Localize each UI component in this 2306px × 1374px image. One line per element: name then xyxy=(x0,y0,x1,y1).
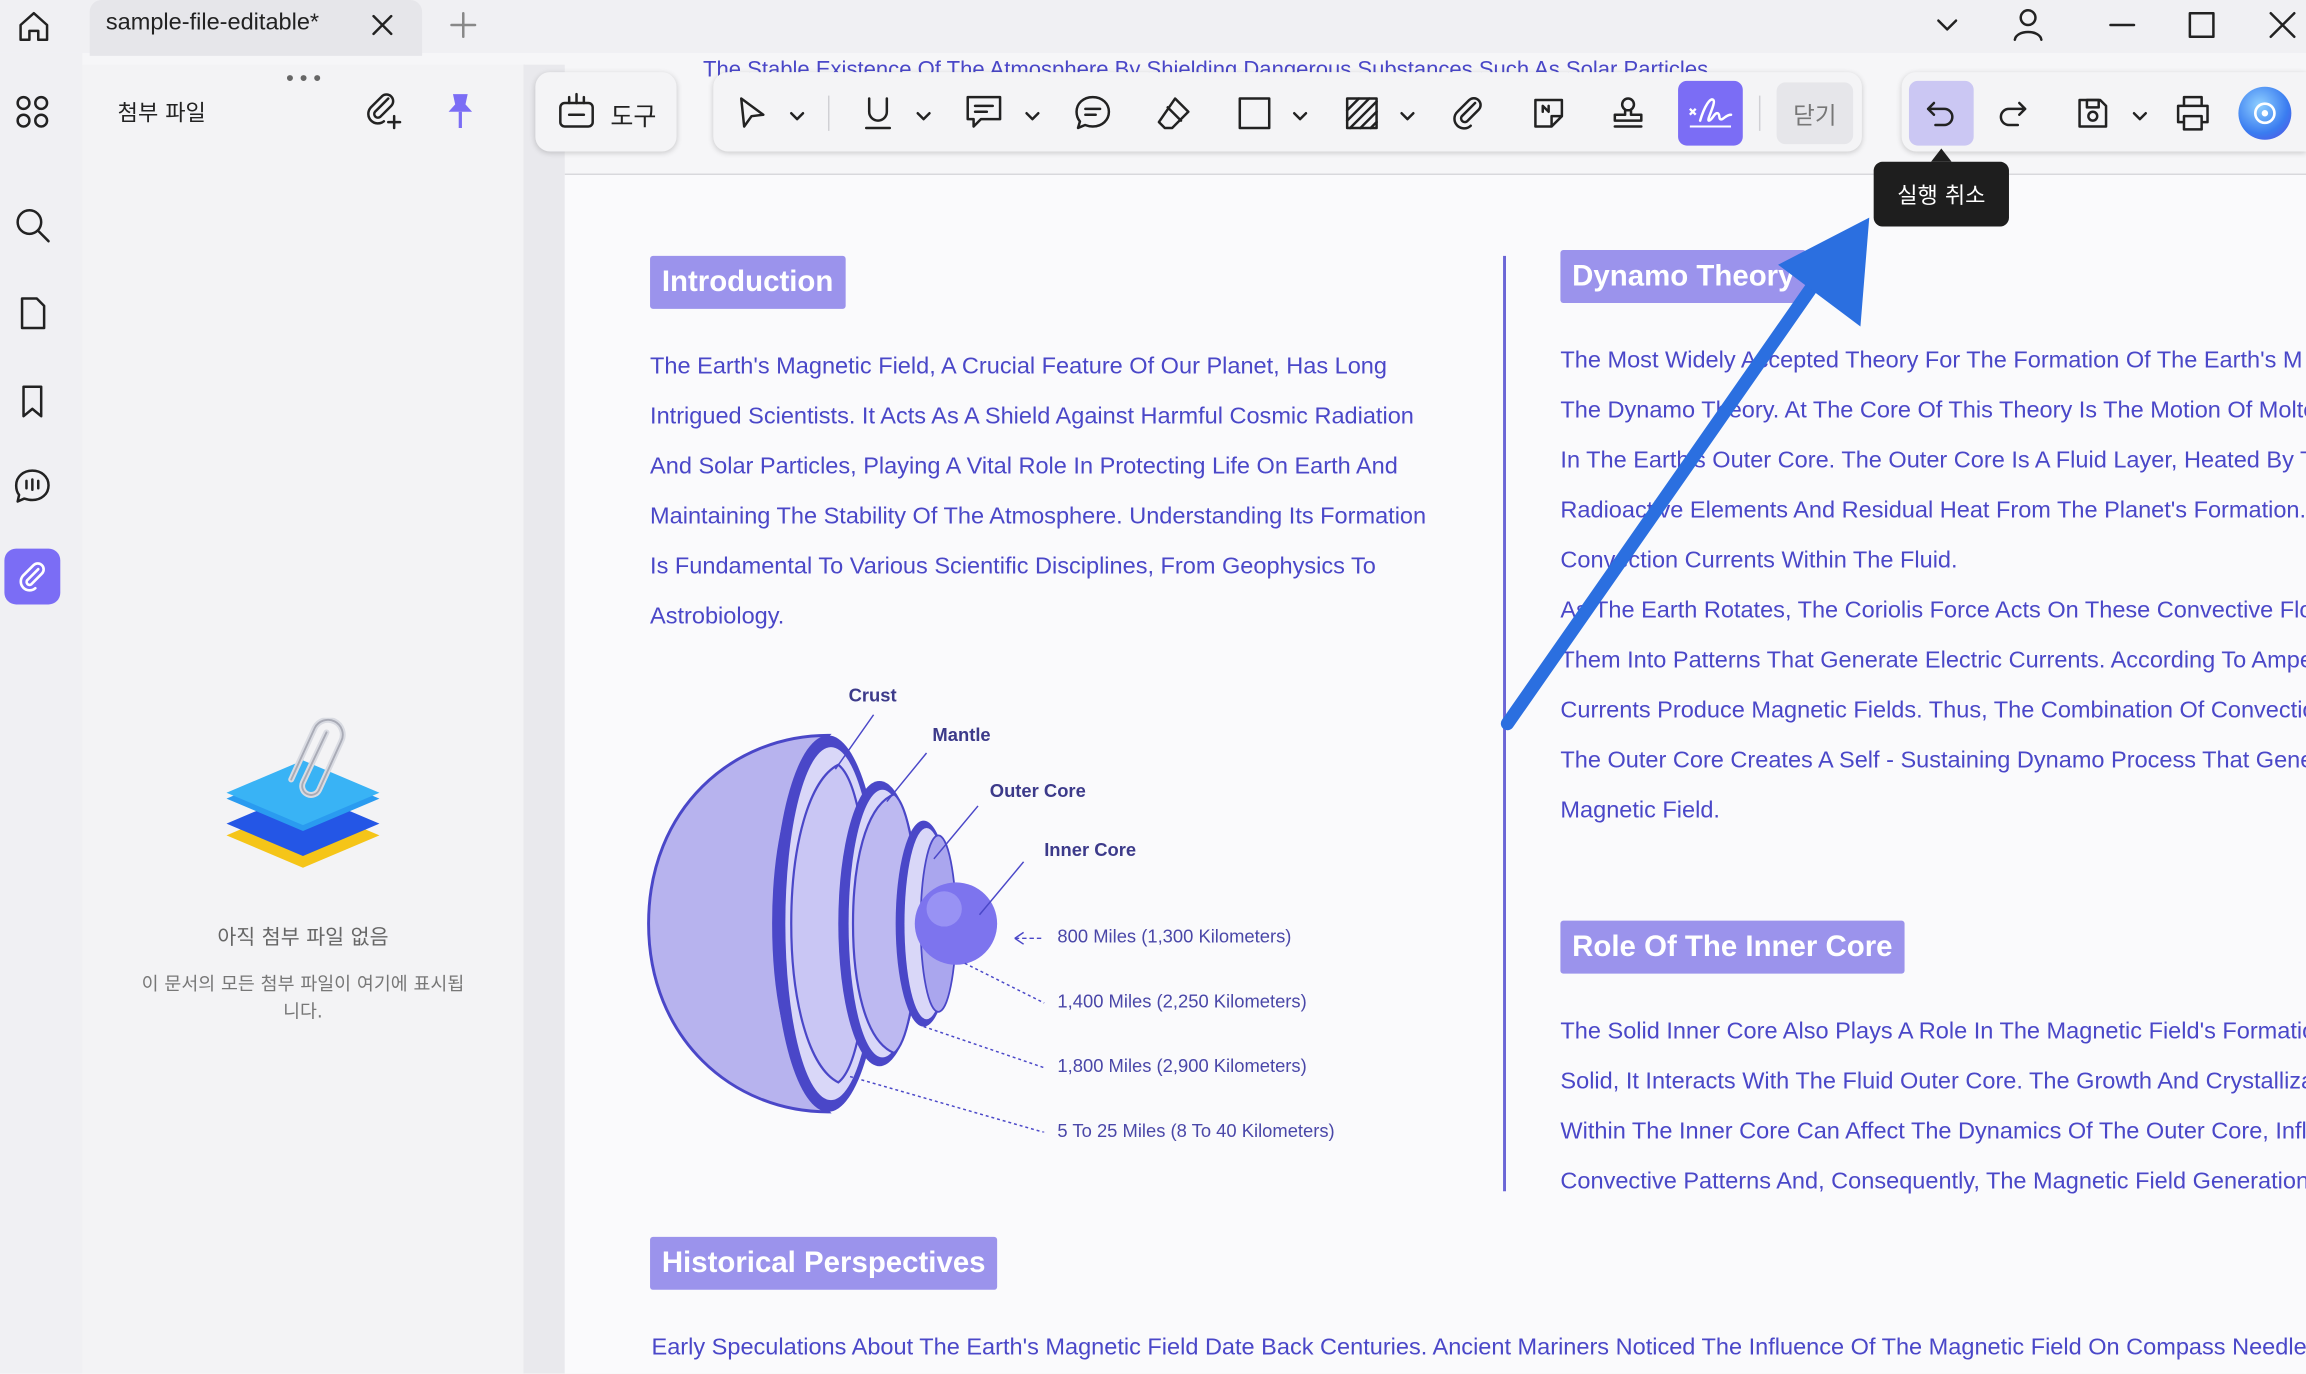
signature-icon xyxy=(1689,98,1733,128)
text-line: The Outer Core Creates A Self - Sustaini… xyxy=(1560,748,2306,774)
chevron-down-icon[interactable] xyxy=(1931,9,1963,41)
text-line: Is Fundamental To Various Scientific Dis… xyxy=(650,554,1376,580)
empty-state-title: 아직 첨부 파일 없음 xyxy=(217,926,389,951)
undo-button[interactable] xyxy=(1908,80,1974,146)
document-gutter xyxy=(523,64,565,1374)
paperclip-icon xyxy=(19,562,45,592)
rectangle-tool-icon[interactable] xyxy=(1230,88,1280,138)
annotation-arrow xyxy=(1493,206,1890,735)
ai-assistant-icon[interactable] xyxy=(2238,86,2292,140)
text-line: Within The Inner Core Can Affect The Dyn… xyxy=(1560,1119,2306,1145)
empty-state-description: 이 문서의 모든 첨부 파일이 여기에 표시됩니다. xyxy=(141,972,465,1023)
pin-icon[interactable] xyxy=(441,90,479,131)
text-line: Early Speculations About The Earth's Mag… xyxy=(651,1335,2306,1361)
note-icon[interactable] xyxy=(959,88,1009,138)
maximize-icon[interactable] xyxy=(2184,7,2219,42)
undo-tooltip: 실행 취소 xyxy=(1873,161,2009,227)
save-icon[interactable] xyxy=(2068,88,2118,138)
text-line: The Earth's Magnetic Field, A Crucial Fe… xyxy=(650,354,1387,380)
empty-attachments-illustration-icon xyxy=(215,717,391,887)
dimension-label: 1,400 Miles (2,250 Kilometers) xyxy=(1057,991,1307,1012)
tooltip-arrow xyxy=(1931,148,1952,162)
label-inner-core: Inner Core xyxy=(1044,839,1137,861)
tab-title: sample-file-editable* xyxy=(105,10,320,36)
chevron-down-icon[interactable] xyxy=(913,106,934,127)
text-line: The Solid Inner Core Also Plays A Role I… xyxy=(1560,1019,2306,1045)
text-line: And Solar Particles, Playing A Vital Rol… xyxy=(650,454,1398,480)
inner-core-paragraph: The Solid Inner Core Also Plays A Role I… xyxy=(1560,1007,2306,1207)
account-icon[interactable] xyxy=(2009,4,2047,42)
close-tab-icon[interactable] xyxy=(366,9,398,41)
eraser-icon[interactable] xyxy=(1149,88,1199,138)
add-attachment-icon[interactable] xyxy=(363,90,404,131)
label-outer-core: Outer Core xyxy=(989,780,1086,802)
heading-introduction: Introduction xyxy=(650,255,846,309)
tools-label[interactable]: 도구 xyxy=(610,96,656,132)
print-icon[interactable] xyxy=(2168,88,2218,138)
dimension-label: 1,800 Miles (2,900 Kilometers) xyxy=(1057,1055,1307,1077)
attachments-rail-button[interactable] xyxy=(4,548,61,605)
new-tab-icon[interactable] xyxy=(447,9,479,41)
area-highlight-icon[interactable] xyxy=(1337,88,1387,138)
toolbar-divider xyxy=(1758,95,1761,131)
close-annotation-button[interactable]: 닫기 xyxy=(1776,82,1854,145)
chevron-down-icon[interactable] xyxy=(1397,106,1418,127)
comments-icon[interactable] xyxy=(4,459,60,515)
chevron-down-icon[interactable] xyxy=(1290,106,1311,127)
undo-icon xyxy=(1926,101,1954,127)
text-line: Intrigued Scientists. It Acts As A Shiel… xyxy=(650,404,1414,430)
signature-tool-button[interactable] xyxy=(1678,80,1743,146)
heading-historical-perspectives: Historical Perspectives xyxy=(650,1236,998,1290)
minimize-icon[interactable] xyxy=(2105,7,2140,42)
home-icon[interactable] xyxy=(13,6,54,47)
thumbnails-icon[interactable] xyxy=(4,84,60,140)
text-line: Astrobiology. xyxy=(650,604,785,630)
label-mantle: Mantle xyxy=(932,725,991,746)
chevron-down-icon[interactable] xyxy=(787,106,808,127)
earth-layers-diagram xyxy=(644,677,1100,1133)
pages-icon[interactable] xyxy=(4,285,60,341)
bookmark-icon[interactable] xyxy=(4,374,60,430)
text-line: Magnetic Field. xyxy=(1560,798,1720,824)
select-tool-icon[interactable] xyxy=(727,88,777,138)
comment-icon[interactable] xyxy=(1068,88,1118,138)
chevron-down-icon[interactable] xyxy=(1022,106,1043,127)
close-window-icon[interactable] xyxy=(2265,7,2300,42)
stamp-icon[interactable] xyxy=(1603,88,1653,138)
text-line: Maintaining The Stability Of The Atmosph… xyxy=(650,504,1427,530)
chevron-down-icon[interactable] xyxy=(2130,106,2151,127)
text-line: Convective Patterns And, Consequently, T… xyxy=(1560,1169,2306,1195)
dimension-label: 5 To 25 Miles (8 To 40 Kilometers) xyxy=(1057,1120,1335,1142)
search-icon[interactable] xyxy=(4,197,60,253)
history-paragraph: Early Speculations About The Earth's Mag… xyxy=(652,1324,2306,1374)
sticker-icon[interactable] xyxy=(1524,88,1574,138)
dimension-label: 800 Miles (1,300 Kilometers) xyxy=(1057,926,1292,948)
attach-file-icon[interactable] xyxy=(1444,88,1494,138)
text-line: Solid, It Interacts With The Fluid Outer… xyxy=(1560,1069,2306,1095)
tools-icon[interactable] xyxy=(556,88,597,132)
toolbar-divider xyxy=(828,95,830,131)
underline-icon[interactable] xyxy=(853,88,903,138)
intro-paragraph: The Earth's Magnetic Field, A Crucial Fe… xyxy=(650,343,1426,643)
label-crust: Crust xyxy=(848,685,897,706)
heading-role-of-inner-core: Role Of The Inner Core xyxy=(1560,920,1905,974)
panel-drag-handle[interactable]: ••• xyxy=(284,68,325,92)
redo-icon[interactable] xyxy=(1987,88,2037,138)
panel-title: 첨부 파일 xyxy=(117,100,206,127)
